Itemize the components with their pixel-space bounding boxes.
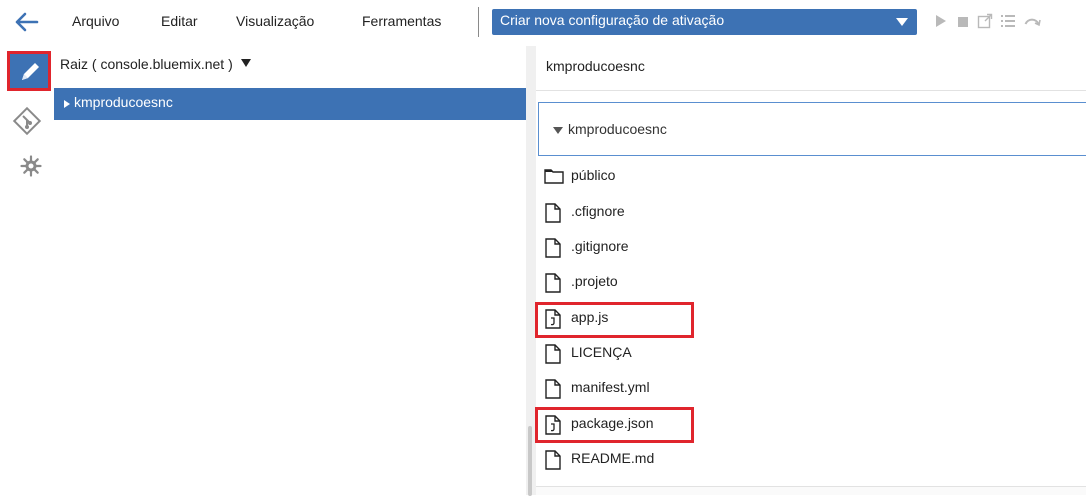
settings-icon[interactable] xyxy=(20,155,42,180)
file-name: manifest.yml xyxy=(571,379,650,395)
edit-icon[interactable] xyxy=(7,51,51,91)
file-row-readme[interactable]: README.md xyxy=(544,442,1074,476)
file-name: .gitignore xyxy=(571,238,629,254)
stop-icon[interactable] xyxy=(957,15,969,31)
file-icon xyxy=(544,203,562,226)
divider xyxy=(536,486,1086,495)
navigator-pane: Raiz ( console.bluemix.net ) kmproducoes… xyxy=(54,46,526,495)
git-icon[interactable] xyxy=(12,106,42,139)
editor-pane: kmproducoesnc kmproducoesnc público .cfi… xyxy=(535,46,1086,495)
divider xyxy=(536,90,1086,91)
menu-editar[interactable]: Editar xyxy=(161,13,198,29)
file-row-projeto[interactable]: .projeto xyxy=(544,265,1074,299)
menu-visualizacao[interactable]: Visualização xyxy=(236,13,314,29)
chevron-down-icon xyxy=(240,59,251,67)
file-name: app.js xyxy=(571,309,609,325)
file-icon xyxy=(544,344,562,367)
file-name: .projeto xyxy=(571,273,618,289)
menu-arquivo[interactable]: Arquivo xyxy=(72,13,119,29)
folder-header-label: kmproducoesnc xyxy=(568,121,667,137)
file-name: LICENÇA xyxy=(571,344,632,360)
refresh-icon[interactable] xyxy=(1023,13,1041,32)
play-icon[interactable] xyxy=(935,13,947,32)
file-name: README.md xyxy=(571,450,655,466)
nav-folder-label: kmproducoesnc xyxy=(74,94,173,110)
file-row-app-js[interactable]: app.js xyxy=(544,301,1074,335)
file-row-cfignore[interactable]: .cfignore xyxy=(544,195,1074,229)
root-selector-label: Raiz ( console.bluemix.net ) xyxy=(60,56,233,72)
chevron-down-icon xyxy=(896,18,908,26)
root-selector[interactable]: Raiz ( console.bluemix.net ) xyxy=(60,56,251,72)
chevron-down-icon[interactable] xyxy=(553,127,563,134)
file-row-publico[interactable]: público xyxy=(544,159,1074,193)
file-icon xyxy=(544,379,562,402)
launch-config-label: Criar nova configuração de ativação xyxy=(500,12,725,28)
breadcrumb[interactable]: kmproducoesnc xyxy=(546,58,645,74)
file-row-manifest[interactable]: manifest.yml xyxy=(544,371,1074,405)
file-icon xyxy=(544,238,562,261)
file-row-gitignore[interactable]: .gitignore xyxy=(544,230,1074,264)
file-name: público xyxy=(571,167,616,183)
file-name: package.json xyxy=(571,415,654,431)
list-icon[interactable] xyxy=(1000,13,1016,32)
open-external-icon[interactable] xyxy=(977,13,993,32)
menu-ferramentas[interactable]: Ferramentas xyxy=(362,13,441,29)
pane-splitter[interactable] xyxy=(526,46,536,496)
folder-icon xyxy=(544,167,564,188)
file-row-package-json[interactable]: package.json xyxy=(544,407,1074,441)
splitter-grip[interactable] xyxy=(528,426,532,496)
menu-separator xyxy=(478,7,479,37)
nav-folder-row[interactable]: kmproducoesnc xyxy=(54,88,526,120)
launch-config-select[interactable]: Criar nova configuração de ativação xyxy=(492,9,917,35)
code-file-icon xyxy=(544,415,562,438)
folder-header[interactable]: kmproducoesnc xyxy=(538,102,1086,156)
file-row-licenca[interactable]: LICENÇA xyxy=(544,336,1074,370)
file-icon xyxy=(544,450,562,473)
code-file-icon xyxy=(544,309,562,332)
file-icon xyxy=(544,273,562,296)
menubar: Arquivo Editar Visualização Ferramentas … xyxy=(0,0,1086,46)
back-arrow-icon[interactable] xyxy=(14,10,40,34)
file-name: .cfignore xyxy=(571,203,625,219)
chevron-right-icon[interactable] xyxy=(64,100,70,108)
side-rail xyxy=(0,46,54,495)
